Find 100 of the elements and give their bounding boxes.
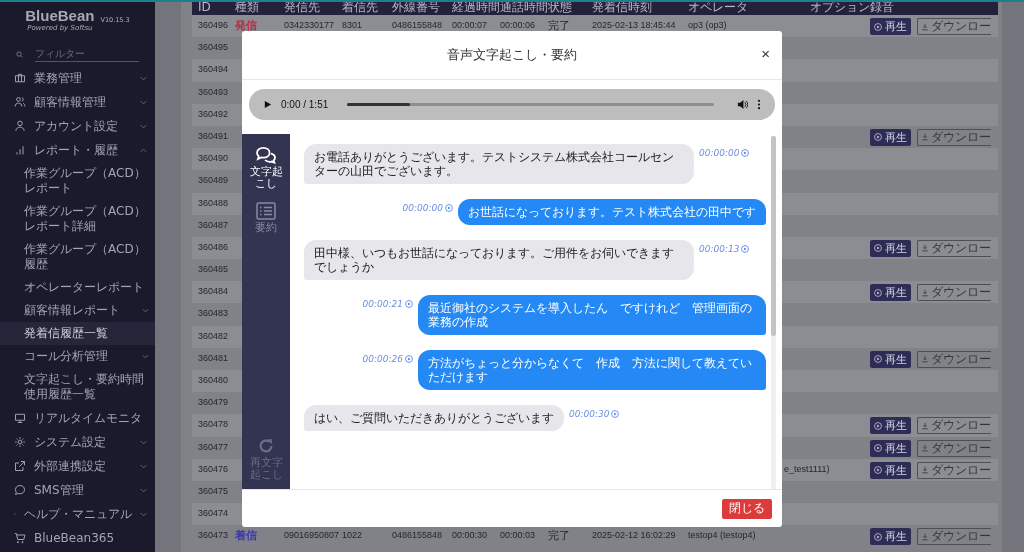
play-button[interactable]: 再生 (870, 417, 911, 435)
table-cell-text: 0486155848 (392, 529, 444, 543)
column-header[interactable]: 経過時間 (452, 0, 500, 15)
nav-item[interactable]: ヘルプ・マニュアル (0, 502, 155, 526)
table-cell-text: 00:00:30 (452, 529, 489, 543)
table-cell-text: 360482 (198, 329, 230, 343)
play-button[interactable]: 再生 (870, 461, 911, 479)
nav-subitem[interactable]: 作業グループ（ACD）レポート詳細 (0, 200, 155, 238)
play-circle-icon (874, 244, 882, 253)
nav-subitem[interactable]: 文字起こし・要約時間使用履歴一覧 (0, 368, 155, 406)
play-circle-icon (874, 532, 882, 541)
nav-item[interactable]: 顧客情報管理 (0, 90, 155, 114)
column-header[interactable]: 録音 (870, 0, 998, 15)
table-cell-text: 360481 (198, 351, 230, 365)
bar-chart-icon (14, 144, 26, 156)
play-button[interactable]: 再生 (870, 284, 911, 302)
message-bubble: 田中様、いつもお世話になっております。ご用件をお伺いできますでしょうか (304, 240, 694, 280)
play-circle-icon (874, 133, 882, 142)
table-cell-text: 360492 (198, 107, 230, 121)
column-header[interactable]: ID (198, 0, 235, 15)
download-button[interactable]: ダウンロー (917, 18, 991, 35)
nav-item[interactable]: アカウント設定 (0, 114, 155, 138)
type-cell-text: 着信 (235, 528, 258, 544)
column-header[interactable]: オペレータ (688, 0, 810, 15)
nav-item[interactable]: 業務管理 (0, 66, 155, 90)
filter-field[interactable]: フィルター (35, 46, 139, 62)
download-icon (921, 421, 929, 430)
download-icon (921, 244, 929, 253)
play-circle-icon (874, 421, 882, 430)
nav-item[interactable]: SMS管理 (0, 478, 155, 502)
tab[interactable]: 文字起こし (248, 144, 284, 192)
scrollbar[interactable] (771, 136, 776, 489)
download-icon (921, 133, 929, 142)
nav-subitem[interactable]: 作業グループ（ACD）履歴 (0, 238, 155, 276)
play-circle-icon (741, 149, 750, 157)
table-cell-text: 完了 (548, 528, 571, 544)
play-circle-icon (874, 355, 882, 364)
download-button[interactable]: ダウンロー (917, 461, 991, 479)
table-cell-text: 360480 (198, 374, 230, 387)
table-cell-text: 完了 (548, 18, 571, 33)
nav-item[interactable]: 外部連携設定 (0, 454, 155, 478)
table-cell-text: 0342330177 (284, 19, 336, 32)
play-circle-icon (874, 444, 882, 453)
type-cell-text: 発信 (235, 18, 258, 33)
column-header[interactable]: オプション (810, 0, 870, 15)
play-button[interactable]: 再生 (870, 128, 911, 146)
nav-item[interactable]: システム設定 (0, 430, 155, 454)
play-icon[interactable] (263, 100, 272, 109)
volume-icon[interactable] (737, 99, 748, 110)
close-button[interactable]: 閉じる (722, 498, 772, 519)
nav-subitem[interactable]: 作業グループ（ACD）レポート (0, 162, 155, 200)
play-button[interactable]: 再生 (870, 239, 911, 257)
refresh-icon (257, 437, 275, 455)
table-cell-text: 360494 (198, 63, 230, 77)
play-button[interactable]: 再生 (870, 439, 911, 457)
nav-item[interactable]: リアルタイムモニタ (0, 406, 155, 430)
chevron-down-icon (142, 308, 149, 313)
play-button[interactable]: 再生 (870, 18, 911, 35)
list-icon (256, 202, 276, 220)
tab[interactable]: 要約 (248, 200, 284, 236)
download-button[interactable]: ダウンロー (917, 239, 991, 257)
column-header[interactable]: 発信先 (284, 0, 342, 15)
audio-time: 0:00 / 1:51 (281, 99, 329, 110)
chevron-down-icon (140, 487, 147, 493)
play-circle-icon (874, 466, 882, 475)
download-icon (921, 288, 929, 297)
table-cell-text: 00:00:06 (500, 19, 537, 32)
nav-subitem[interactable]: 発着信履歴一覧 (0, 322, 155, 345)
column-header[interactable]: 状態 (548, 0, 592, 15)
logo: BlueBean (25, 8, 95, 24)
nav-item[interactable]: レポート・履歴 (0, 138, 155, 162)
download-icon (921, 532, 929, 541)
table-cell-text: 360496 (198, 19, 230, 32)
play-button[interactable]: 再生 (870, 528, 911, 546)
nav-subitem[interactable]: オペレーターレポート (0, 276, 155, 299)
table-cell-text: 0486155848 (392, 19, 444, 32)
modal-title: 音声文字起こし・要約 (447, 46, 577, 64)
more-icon[interactable] (757, 99, 761, 110)
external-link-icon (14, 460, 26, 472)
table-cell-text: 360473 (198, 529, 230, 543)
close-button[interactable]: × (761, 45, 770, 62)
column-header[interactable]: 種類 (235, 0, 284, 15)
table-cell-text: 360487 (198, 218, 230, 232)
play-button[interactable]: 再生 (870, 350, 911, 368)
column-header[interactable]: 着信先 (342, 0, 392, 15)
table-cell-text: 360474 (198, 507, 230, 521)
progress-track[interactable] (347, 103, 714, 106)
nav-subitem[interactable]: 顧客情報レポート (0, 299, 155, 322)
download-button[interactable]: ダウンロー (917, 417, 991, 435)
play-circle-icon (874, 288, 882, 297)
nav-subitem[interactable]: コール分析管理 (0, 345, 155, 368)
cart-icon (14, 532, 26, 544)
column-header[interactable]: 発着信時刻 (592, 0, 688, 15)
table-cell-text: 8301 (342, 19, 364, 32)
table-cell-text: testop4 (testop4) (688, 529, 757, 543)
download-icon (921, 22, 929, 31)
table-cell-text: 360483 (198, 307, 230, 321)
download-button[interactable]: ダウンロー (917, 284, 991, 302)
table-cell-text: 2025-02-12 16:02:29 (592, 529, 677, 543)
nav-item[interactable]: BlueBean365 (0, 526, 155, 550)
